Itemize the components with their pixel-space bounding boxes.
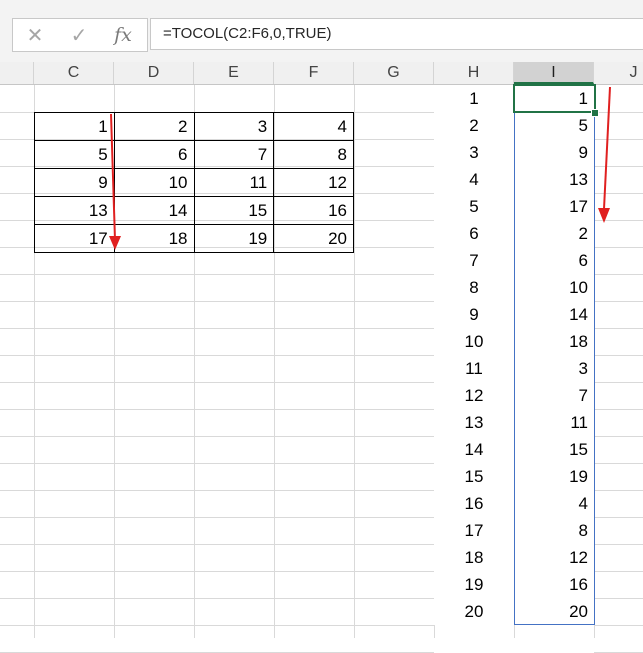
- column-header-e[interactable]: E: [194, 62, 274, 84]
- arrow-down-left: [110, 113, 116, 241]
- column-header-d[interactable]: D: [114, 62, 194, 84]
- arrow-head-right: [598, 208, 610, 223]
- column-header-f[interactable]: F: [274, 62, 354, 84]
- column-header-g[interactable]: G: [354, 62, 434, 84]
- cancel-icon[interactable]: ✕: [13, 19, 57, 51]
- column-headers: C D E F G H I J: [0, 62, 643, 85]
- formula-bar: ✕ ✓ fx =TOCOL(C2:F6,0,TRUE): [0, 0, 643, 63]
- column-header-c[interactable]: C: [34, 62, 114, 84]
- worksheet-grid[interactable]: 1 2 3 4 5 6 7 8 9 10 11 12 13 14 15 16 17 18 19 20 12345678…: [0, 84, 643, 653]
- column-header-j[interactable]: J: [594, 62, 643, 84]
- formula-bar-buttons: ✕ ✓ fx: [12, 18, 148, 52]
- insert-function-icon[interactable]: fx: [101, 19, 145, 51]
- formula-input[interactable]: =TOCOL(C2:F6,0,TRUE): [150, 18, 643, 50]
- column-header-partial[interactable]: [0, 62, 34, 84]
- enter-icon[interactable]: ✓: [57, 19, 101, 51]
- arrow-head-left: [109, 236, 121, 250]
- column-header-i[interactable]: I: [514, 62, 594, 84]
- arrow-down-right: [603, 86, 611, 210]
- column-header-h[interactable]: H: [434, 62, 514, 84]
- annotation-arrows: [109, 86, 611, 250]
